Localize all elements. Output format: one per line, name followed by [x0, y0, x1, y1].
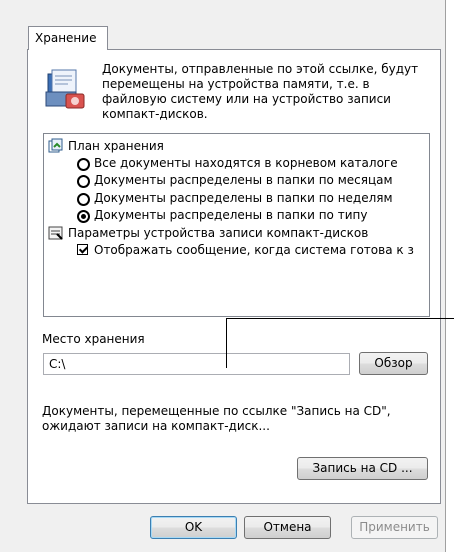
- ok-button[interactable]: OK: [150, 516, 237, 539]
- radio-label: Документы распределены в папки по неделя…: [94, 191, 393, 205]
- cd-info-text: Документы, перемещенные по ссылке "Запис…: [42, 404, 391, 433]
- browse-button[interactable]: Обзор: [359, 352, 428, 375]
- radio-button[interactable]: [77, 193, 90, 206]
- storage-plan-icon: [48, 138, 63, 153]
- properties-dialog: Хранение Документы, отправленные по этой…: [0, 0, 446, 552]
- cancel-button[interactable]: Отмена: [244, 516, 331, 539]
- burn-cd-button[interactable]: Запись на CD ...: [297, 457, 428, 480]
- storage-plan-label: План хранения: [68, 139, 164, 153]
- callout-line: [226, 318, 454, 319]
- location-label: Место хранения: [42, 332, 145, 346]
- radio-label: Документы распределены в папки по месяца…: [94, 173, 393, 187]
- callout-line-vertical: [226, 318, 227, 368]
- checkbox-checked[interactable]: [77, 244, 88, 255]
- radio-label: Документы распределены в папки по типу: [94, 208, 368, 222]
- checkbox-label: Отображать сообщение, когда система гото…: [94, 243, 414, 257]
- apply-button[interactable]: Применить: [351, 516, 438, 539]
- cd-settings-label: Параметры устройства записи компакт-диск…: [68, 226, 369, 240]
- tab-storage[interactable]: Хранение: [28, 26, 108, 50]
- description-text: Документы, отправленные по этой ссылке, …: [102, 62, 419, 121]
- radio-button[interactable]: [77, 158, 90, 171]
- options-list[interactable]: План хранения Все документы находятся в …: [43, 133, 430, 317]
- radio-label: Все документы находятся в корневом катал…: [94, 156, 398, 170]
- location-input[interactable]: C:\: [43, 353, 350, 375]
- radio-button-selected[interactable]: [77, 210, 90, 223]
- cd-writer-settings-icon: [48, 226, 63, 240]
- radio-button[interactable]: [77, 175, 90, 188]
- document-storage-icon: [45, 69, 85, 109]
